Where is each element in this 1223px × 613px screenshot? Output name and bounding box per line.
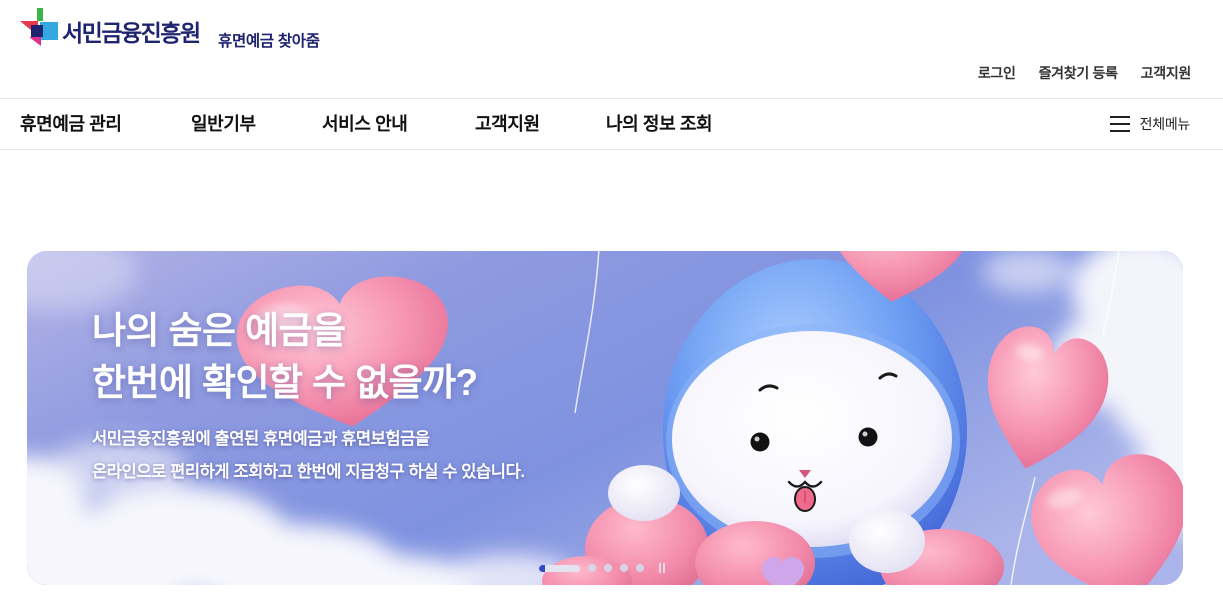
all-menu-label: 전체메뉴 bbox=[1139, 116, 1191, 132]
banner-headline-line-1: 나의 숨은 예금을 bbox=[92, 310, 346, 351]
carousel-indicator-2[interactable] bbox=[588, 564, 596, 572]
hero-banner[interactable]: 나의 숨은 예금을 한번에 확인할 수 없을까? 서민금융진흥원에 출연된 휴면… bbox=[27, 251, 1183, 585]
carousel-indicator-5[interactable] bbox=[636, 564, 644, 572]
carousel-indicator-1[interactable] bbox=[539, 564, 580, 572]
nav-item-general-donation[interactable]: 일반기부 bbox=[191, 99, 256, 149]
banner-headline: 나의 숨은 예금을 한번에 확인할 수 없을까? bbox=[92, 305, 525, 409]
carousel-pause-button[interactable] bbox=[656, 562, 668, 574]
banner-description-line-2: 온라인으로 편리하게 조회하고 한번에 지급청구 하실 수 있습니다. bbox=[92, 463, 525, 481]
carousel-progress-fill bbox=[539, 564, 546, 572]
org-name: 서민금융진흥원 bbox=[62, 20, 201, 46]
banner-headline-line-2: 한번에 확인할 수 없을까? bbox=[92, 362, 478, 403]
home-logo-link[interactable]: 서민금융진흥원 휴면예금 찾아줌 bbox=[20, 8, 350, 52]
nav-item-my-info[interactable]: 나의 정보 조회 bbox=[606, 99, 713, 149]
main-navigation: 휴면예금 관리 일반기부 서비스 안내 고객지원 나의 정보 조회 전체메뉴 bbox=[0, 99, 1223, 150]
nav-item-dormant-deposit-management[interactable]: 휴면예금 관리 bbox=[20, 99, 122, 149]
customer-support-link[interactable]: 고객지원 bbox=[1141, 63, 1192, 83]
carousel-indicators bbox=[539, 564, 644, 572]
banner-description-line-1: 서민금융진흥원에 출연된 휴면예금과 휴면보험금을 bbox=[92, 430, 430, 448]
nav-item-customer-support[interactable]: 고객지원 bbox=[475, 99, 540, 149]
login-link[interactable]: 로그인 bbox=[978, 63, 1016, 83]
banner-copy: 나의 숨은 예금을 한번에 확인할 수 없을까? 서민금융진흥원에 출연된 휴면… bbox=[92, 305, 525, 489]
all-menu-button[interactable]: 전체메뉴 bbox=[1109, 99, 1191, 149]
carousel-indicator-3[interactable] bbox=[604, 564, 612, 572]
hamburger-icon bbox=[1109, 116, 1130, 132]
utility-links: 로그인 즐겨찾기 등록 고객지원 bbox=[978, 63, 1191, 83]
character-face bbox=[672, 331, 952, 547]
site-header: 서민금융진흥원 휴면예금 찾아줌 로그인 즐겨찾기 등록 고객지원 bbox=[0, 0, 1223, 99]
add-bookmark-link[interactable]: 즐겨찾기 등록 bbox=[1039, 63, 1118, 83]
banner-description: 서민금융진흥원에 출연된 휴면예금과 휴면보험금을 온라인으로 편리하게 조회하… bbox=[92, 423, 525, 489]
carousel-indicator-4[interactable] bbox=[620, 564, 628, 572]
service-name: 휴면예금 찾아줌 bbox=[218, 33, 320, 50]
logo-mark-icon bbox=[20, 8, 58, 46]
carousel-controls bbox=[539, 562, 668, 574]
nav-item-service-guide[interactable]: 서비스 안내 bbox=[322, 99, 408, 149]
